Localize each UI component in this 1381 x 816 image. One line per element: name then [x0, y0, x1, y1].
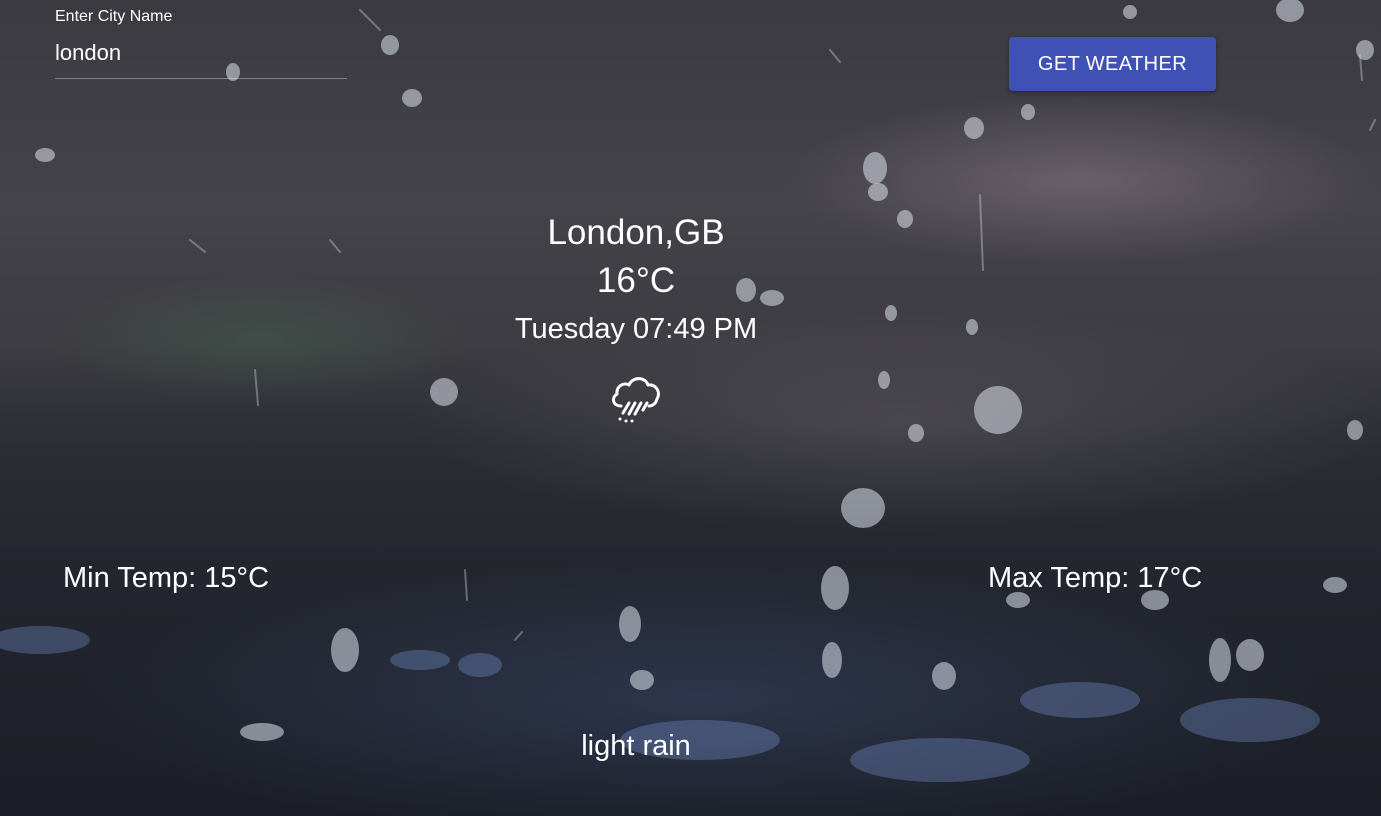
- current-temperature: 16°C: [596, 261, 676, 300]
- rain-cloud-icon: [607, 370, 665, 428]
- min-temperature: Min Temp: 15°C: [63, 562, 270, 594]
- city-field-label: Enter City Name: [55, 8, 173, 25]
- city-field[interactable]: Enter City Name: [55, 7, 347, 79]
- max-temperature: Max Temp: 17°C: [988, 562, 1203, 594]
- rain-background-image: [0, 0, 1381, 816]
- city-input[interactable]: [55, 37, 335, 69]
- weather-description: light rain: [581, 730, 691, 762]
- get-weather-button[interactable]: GET WEATHER: [1009, 37, 1216, 91]
- day-time: Tuesday 07:49 PM: [514, 313, 758, 345]
- city-name: London,GB: [547, 213, 725, 252]
